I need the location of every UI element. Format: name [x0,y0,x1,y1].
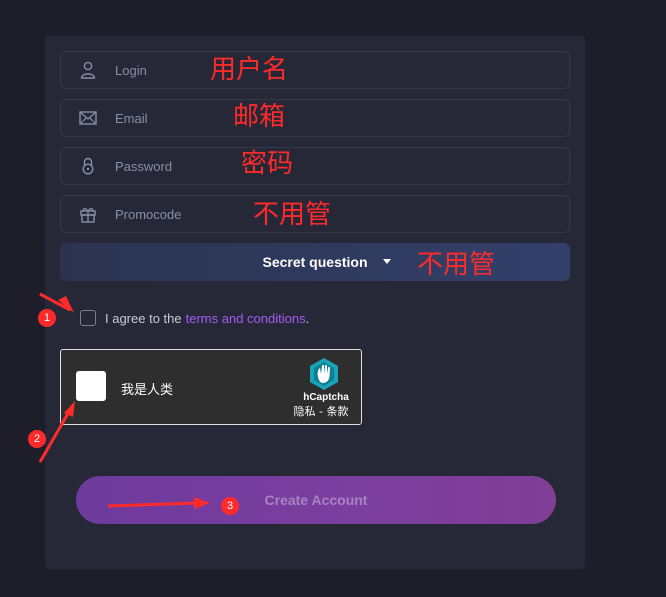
annotation-badge-3: 3 [221,497,239,515]
annotation-badge-2: 2 [28,430,46,448]
arrow-3-head [194,497,210,509]
arrow-3-line [107,501,199,508]
annotation-badge-1: 1 [38,309,56,327]
annotation-arrows [38,292,210,509]
